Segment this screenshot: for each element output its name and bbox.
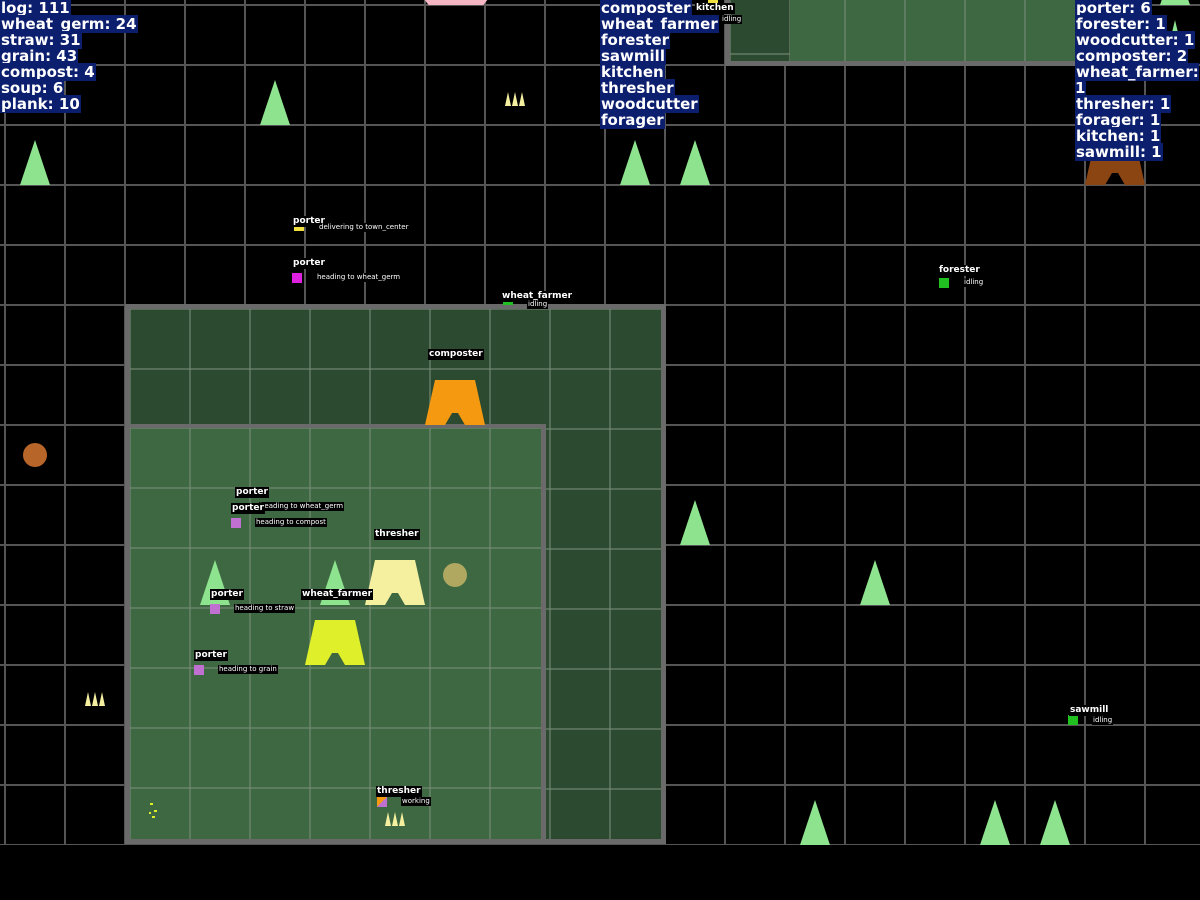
tree-icon — [800, 800, 830, 845]
worker-count-item: thresher: 1 — [1075, 95, 1172, 113]
wheat-farmer-building[interactable] — [305, 620, 365, 665]
building-type-item: forester — [600, 31, 671, 49]
unit-status: idling — [963, 278, 985, 287]
unit-name: sawmill — [1069, 705, 1110, 716]
worker-count-item: kitchen: 1 — [1075, 127, 1162, 145]
building-type-item: forager — [600, 111, 665, 129]
game-map[interactable]: composter thresher wheat_farmer kitchen … — [0, 0, 1200, 900]
pink-building[interactable] — [420, 0, 492, 5]
wheat-crop-icon — [85, 692, 105, 706]
composter-building[interactable] — [425, 380, 485, 425]
wheat-crop-icon — [505, 92, 525, 106]
building-type-item: kitchen — [600, 63, 665, 81]
worker-count-panel: porter: 6 forester: 1 woodcutter: 1 comp… — [1075, 0, 1200, 161]
unit-status: idling — [721, 15, 743, 24]
tree-icon — [260, 80, 290, 125]
wheat-farmer-label: wheat_farmer — [301, 589, 374, 600]
building-type-item: sawmill — [600, 47, 666, 65]
unit-status: heading to straw — [234, 604, 296, 613]
tree-icon — [20, 140, 50, 185]
worker-count-item: forester: 1 — [1075, 15, 1167, 33]
wheat-crop-icon — [385, 812, 405, 826]
resource-plank: plank: 10 — [0, 95, 81, 113]
seed-icon — [149, 803, 157, 818]
composter-label: composter — [428, 349, 484, 360]
tree-icon — [680, 140, 710, 185]
building-type-item: thresher — [600, 79, 675, 97]
resource-pile-icon — [443, 563, 467, 587]
worker-count-item: forager: 1 — [1075, 111, 1162, 129]
tree-icon — [980, 800, 1010, 845]
unit-name: forester — [938, 265, 981, 276]
resource-straw: straw: 31 — [0, 31, 82, 49]
forester-unit[interactable] — [939, 278, 949, 288]
unit-name: thresher — [376, 786, 422, 797]
resource-panel: log: 111 wheat_germ: 24 straw: 31 grain:… — [0, 0, 138, 113]
porter-unit[interactable] — [210, 604, 220, 614]
building-type-item: wheat_farmer — [600, 15, 719, 33]
unit-status: idling — [527, 300, 549, 309]
unit-name: porter — [292, 258, 326, 269]
unit-status: heading to wheat_germ — [316, 273, 402, 282]
unit-status: delivering to town_center — [318, 223, 410, 232]
worker-count-item: wheat_farmer: 1 — [1075, 63, 1199, 97]
thresher-building[interactable] — [365, 560, 425, 605]
tree-icon — [680, 500, 710, 545]
porter-unit[interactable] — [194, 665, 204, 675]
porter-unit[interactable] — [231, 518, 241, 528]
resource-grain: grain: 43 — [0, 47, 79, 65]
resource-log: log: 111 — [0, 0, 71, 17]
building-type-list: composter wheat_farmer forester sawmill … — [600, 0, 719, 129]
unit-status: heading to compost — [255, 518, 327, 527]
unit-name: porter — [231, 503, 265, 514]
zone-top-right-light — [790, 0, 1080, 61]
resource-soup: soup: 6 — [0, 79, 65, 97]
porter-unit[interactable] — [292, 273, 302, 283]
worker-count-item: sawmill: 1 — [1075, 143, 1163, 161]
unit-name: porter — [210, 589, 244, 600]
unit-status: idling — [1092, 716, 1114, 725]
worker-count-item: woodcutter: 1 — [1075, 31, 1196, 49]
unit-name: porter — [235, 487, 269, 498]
building-type-item: composter — [600, 0, 692, 17]
log-pile-icon — [23, 443, 47, 467]
tree-icon — [860, 560, 890, 605]
thresher-label: thresher — [374, 529, 420, 540]
unit-status: working — [401, 797, 431, 806]
building-type-item: woodcutter — [600, 95, 699, 113]
tree-icon — [620, 140, 650, 185]
resource-wheat-germ: wheat_germ: 24 — [0, 15, 138, 33]
unit-status: heading to grain — [218, 665, 278, 674]
resource-compost: compost: 4 — [0, 63, 96, 81]
sawmill-unit[interactable] — [1068, 715, 1078, 725]
unit-status: heading to wheat_germ — [259, 502, 345, 511]
thresher-unit[interactable] — [377, 797, 387, 807]
tree-icon — [1040, 800, 1070, 845]
unit-name: porter — [194, 650, 228, 661]
worker-count-item: porter: 6 — [1075, 0, 1152, 17]
worker-count-item: composter: 2 — [1075, 47, 1189, 65]
